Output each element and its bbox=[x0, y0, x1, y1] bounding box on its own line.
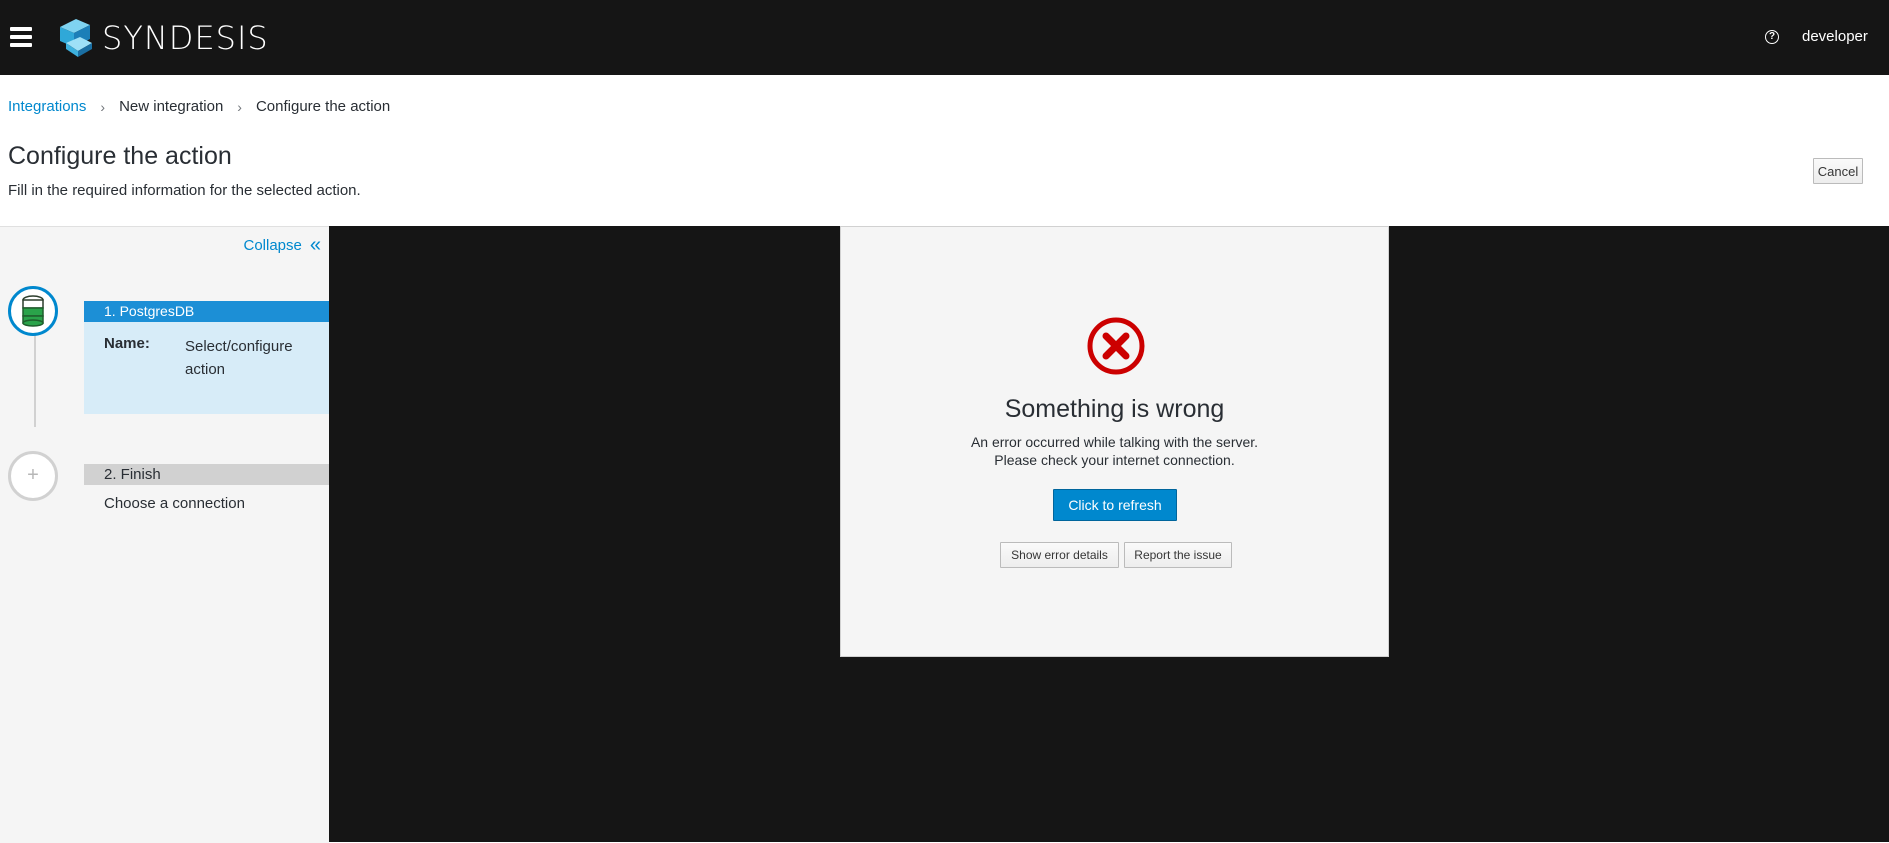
error-circle-icon bbox=[1087, 317, 1145, 375]
error-message: An error occurred while talking with the… bbox=[841, 433, 1388, 469]
collapse-button[interactable]: Collapse « bbox=[243, 234, 322, 256]
collapse-label: Collapse bbox=[243, 237, 302, 254]
step-1-title[interactable]: 1. PostgresDB bbox=[84, 301, 329, 322]
breadcrumb-new-integration: New integration bbox=[119, 98, 224, 115]
question-circle-icon[interactable]: ? bbox=[1765, 30, 1779, 44]
show-error-details-button[interactable]: Show error details bbox=[1000, 542, 1119, 568]
masthead: SYNDESIS ? developer bbox=[0, 0, 1889, 75]
page-title: Configure the action bbox=[8, 142, 232, 170]
refresh-button[interactable]: Click to refresh bbox=[1053, 489, 1177, 521]
step-1-circle[interactable] bbox=[8, 286, 58, 336]
error-card: Something is wrong An error occurred whi… bbox=[840, 226, 1389, 657]
page-description: Fill in the required information for the… bbox=[8, 182, 361, 199]
error-message-line-2: Please check your internet connection. bbox=[994, 452, 1235, 468]
double-chevron-left-icon: « bbox=[309, 234, 321, 256]
step-2-description: Choose a connection bbox=[104, 495, 245, 512]
syndesis-logo[interactable] bbox=[56, 17, 94, 57]
step-1-details: Name: Select/configure action bbox=[84, 322, 329, 414]
content-area: Something is wrong An error occurred whi… bbox=[329, 226, 1889, 842]
user-menu[interactable]: developer bbox=[1802, 28, 1868, 45]
step-2-title[interactable]: 2. Finish bbox=[84, 464, 329, 485]
breadcrumb-integrations[interactable]: Integrations bbox=[8, 98, 86, 115]
error-title: Something is wrong bbox=[1004, 395, 1225, 423]
step-1-name-label: Name: bbox=[104, 335, 150, 352]
breadcrumb: Integrations › New integration › Configu… bbox=[8, 98, 390, 115]
brand-name: SYNDESIS bbox=[102, 19, 269, 57]
database-icon bbox=[22, 295, 44, 327]
integration-steps-sidebar: Collapse « 1. PostgresDB Name: Select/co… bbox=[0, 226, 329, 843]
chevron-right-icon: › bbox=[237, 98, 242, 115]
step-1-name-value: Select/configure action bbox=[185, 338, 293, 378]
report-issue-button[interactable]: Report the issue bbox=[1124, 542, 1232, 568]
chevron-right-icon: › bbox=[100, 98, 106, 115]
error-message-line-1: An error occurred while talking with the… bbox=[970, 434, 1259, 450]
plus-icon[interactable]: + bbox=[8, 451, 58, 501]
hamburger-icon[interactable] bbox=[10, 27, 32, 47]
cancel-button[interactable]: Cancel bbox=[1813, 158, 1863, 184]
breadcrumb-current: Configure the action bbox=[255, 98, 391, 115]
